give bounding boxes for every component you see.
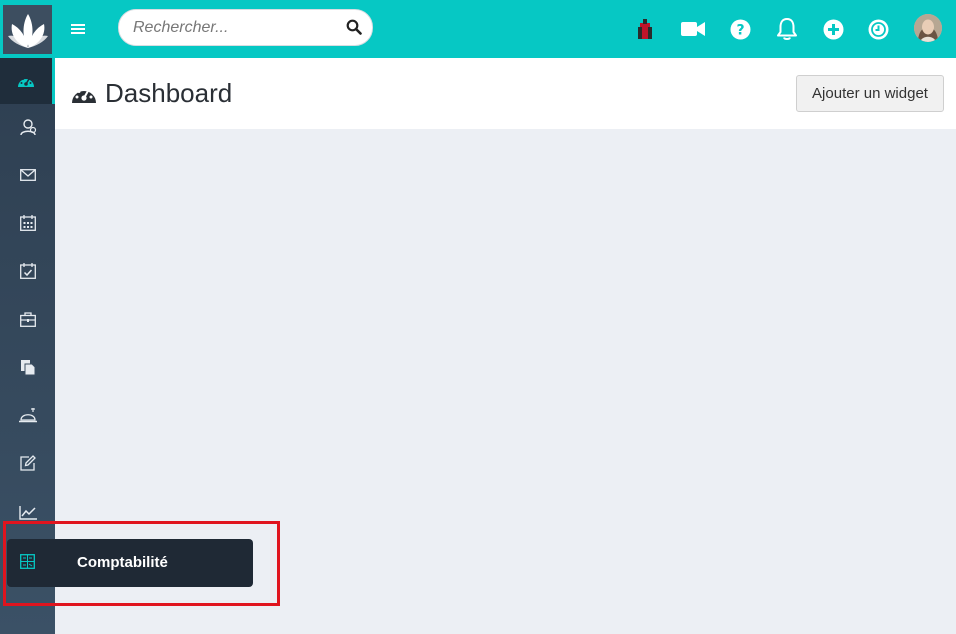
sidebar-item-dashboard[interactable] bbox=[0, 58, 55, 104]
edit-icon bbox=[19, 455, 36, 471]
tasks-calendar-icon bbox=[19, 263, 36, 279]
avatar-image bbox=[914, 14, 942, 42]
plus-circle-icon bbox=[823, 19, 843, 39]
documents-icon bbox=[20, 359, 35, 375]
help-circle-icon: ? bbox=[730, 19, 750, 39]
sidebar-item-edit[interactable] bbox=[0, 440, 55, 486]
page-title: Dashboard bbox=[71, 78, 232, 109]
sidebar-item-reports[interactable] bbox=[0, 490, 55, 536]
timer-button[interactable] bbox=[865, 16, 891, 42]
sidebar-item-contacts[interactable] bbox=[0, 104, 55, 150]
bell-icon bbox=[777, 18, 797, 40]
sidebar-item-business[interactable] bbox=[0, 296, 55, 342]
help-button[interactable]: ? bbox=[727, 16, 753, 42]
dashboard-gauge-icon bbox=[71, 84, 97, 104]
pack-app-button[interactable] bbox=[632, 16, 658, 42]
page-header: Dashboard Ajouter un widget bbox=[55, 58, 956, 129]
calendar-icon bbox=[19, 215, 36, 231]
pack-app-icon bbox=[638, 19, 652, 39]
reception-bell-icon bbox=[18, 408, 37, 423]
sidebar-item-documents[interactable] bbox=[0, 344, 55, 390]
sidebar-item-reception[interactable] bbox=[0, 392, 55, 438]
mail-icon bbox=[19, 169, 36, 181]
search-box bbox=[118, 9, 373, 46]
notifications-button[interactable] bbox=[774, 16, 800, 42]
sidebar-tooltip-accounting[interactable]: Comptabilité bbox=[7, 539, 253, 587]
search-input[interactable] bbox=[133, 10, 343, 45]
sidebar-item-calendar[interactable] bbox=[0, 200, 55, 246]
contacts-icon bbox=[19, 119, 36, 136]
clock-icon bbox=[868, 19, 888, 39]
logo-flower-icon bbox=[7, 13, 48, 48]
video-camera-icon bbox=[681, 22, 705, 36]
video-call-button[interactable] bbox=[680, 16, 706, 42]
chart-icon bbox=[18, 506, 37, 520]
top-bar: ? bbox=[0, 0, 956, 58]
brand-logo[interactable] bbox=[3, 5, 52, 54]
sidebar-item-tasks[interactable] bbox=[0, 248, 55, 294]
briefcase-icon bbox=[19, 311, 36, 327]
tooltip-label: Comptabilité bbox=[77, 554, 168, 571]
menu-toggle-button[interactable] bbox=[68, 17, 88, 41]
add-widget-button[interactable]: Ajouter un widget bbox=[796, 75, 944, 112]
hamburger-icon bbox=[71, 24, 85, 34]
search-icon[interactable] bbox=[346, 19, 362, 40]
user-avatar[interactable] bbox=[914, 14, 942, 42]
svg-text:?: ? bbox=[736, 22, 744, 38]
page-title-text: Dashboard bbox=[105, 78, 233, 108]
sidebar-item-mail[interactable] bbox=[0, 152, 55, 198]
calculator-icon bbox=[20, 554, 35, 574]
dashboard-gauge-icon bbox=[18, 76, 34, 87]
add-button[interactable] bbox=[820, 16, 846, 42]
